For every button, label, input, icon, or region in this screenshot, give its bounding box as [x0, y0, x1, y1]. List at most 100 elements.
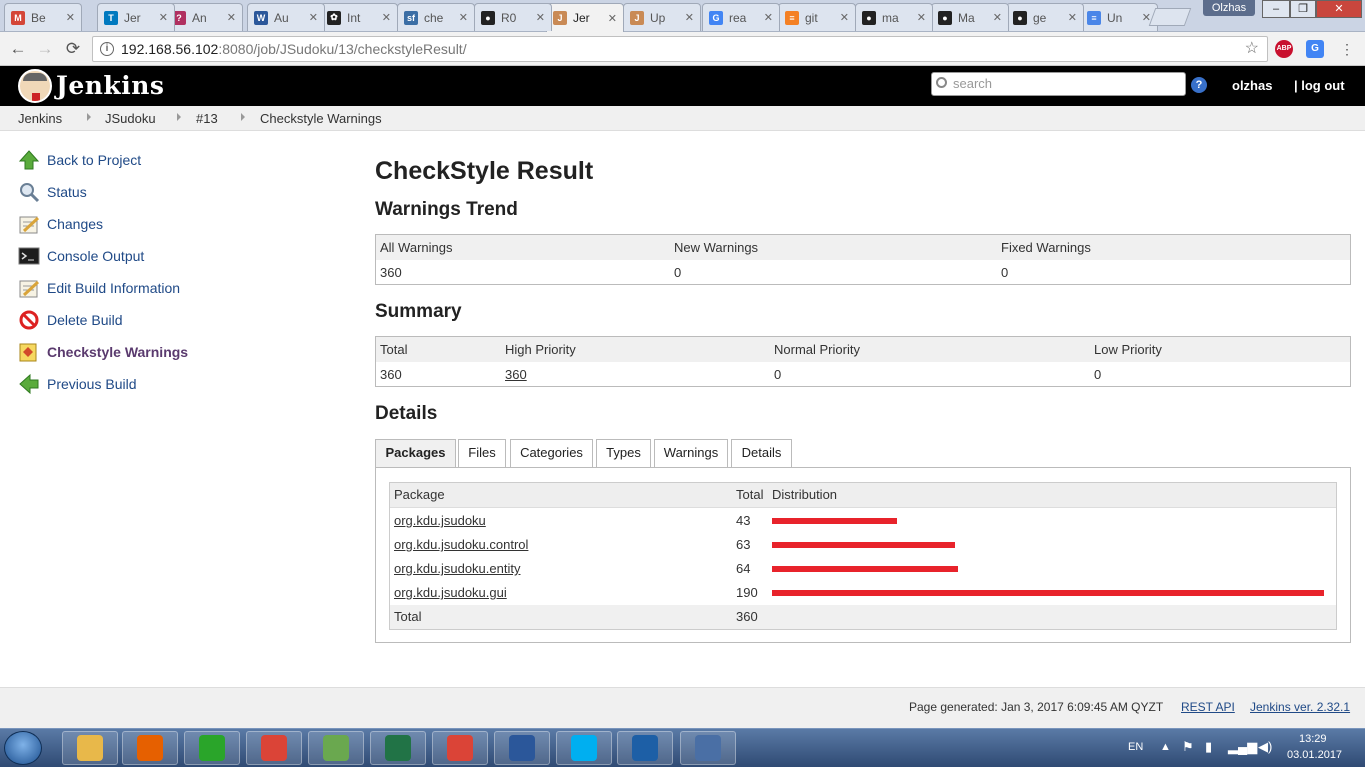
browser-tab[interactable]: J Jer ✕ [546, 3, 624, 32]
jenkins-brand[interactable]: Jenkins [56, 71, 164, 100]
close-tab-icon[interactable]: ✕ [227, 11, 236, 24]
close-tab-icon[interactable]: ✕ [608, 12, 617, 25]
sidebar-item-back-to-project[interactable]: Back to Project [18, 149, 141, 171]
sidebar-item-checkstyle-warnings[interactable]: Checkstyle Warnings [18, 341, 188, 363]
taskbar-app-button[interactable] [246, 731, 302, 765]
close-tab-icon[interactable]: ✕ [917, 11, 926, 24]
translate-icon[interactable]: G [1306, 40, 1324, 58]
network-tool-icon [695, 735, 721, 761]
low-priority-value: 0 [1094, 367, 1102, 382]
maximize-button[interactable]: ❐ [1290, 0, 1316, 18]
forward-icon[interactable]: → [35, 39, 55, 59]
sidebar-item-console-output[interactable]: Console Output [18, 245, 144, 267]
column-header: Total [736, 487, 764, 502]
browser-tab[interactable]: T Jer ✕ [97, 3, 175, 31]
tab-categories[interactable]: Categories [510, 439, 593, 467]
tab-warnings[interactable]: Warnings [654, 439, 728, 467]
taskbar-app-button[interactable] [184, 731, 240, 765]
taskbar-app-button[interactable] [370, 731, 426, 765]
logout-link[interactable]: | log out [1294, 78, 1345, 93]
user-link[interactable]: olzhas [1232, 78, 1272, 93]
tab-details[interactable]: Details [731, 439, 792, 467]
menu-icon[interactable]: ⋮ [1337, 39, 1357, 59]
taskbar-app-button[interactable] [617, 731, 673, 765]
close-window-button[interactable]: ✕ [1316, 0, 1362, 18]
taskbar-app-button[interactable] [122, 731, 178, 765]
package-link[interactable]: org.kdu.jsudoku.gui [394, 581, 507, 605]
breadcrumb-jenkins[interactable]: Jenkins [18, 111, 62, 126]
close-tab-icon[interactable]: ✕ [1068, 11, 1077, 24]
start-button[interactable] [4, 731, 42, 765]
profile-button[interactable]: Olzhas [1203, 0, 1255, 16]
browser-tab[interactable]: M Be ✕ [4, 3, 82, 31]
close-tab-icon[interactable]: ✕ [459, 11, 468, 24]
power-icon[interactable]: ▮ [1205, 739, 1212, 755]
browser-tab[interactable]: ? An ✕ [165, 3, 243, 31]
adblock-plus-icon[interactable]: ABP [1275, 40, 1293, 58]
network-icon[interactable]: ▂▄▆ [1228, 739, 1257, 755]
package-link[interactable]: org.kdu.jsudoku.entity [394, 557, 520, 581]
clock-date[interactable]: 03.01.2017 [1287, 749, 1342, 761]
terminal-icon [18, 245, 40, 267]
jenkins-version-link[interactable]: Jenkins ver. 2.32.1 [1250, 700, 1350, 714]
language-indicator[interactable]: EN [1128, 741, 1143, 753]
breadcrumb-checkstyle[interactable]: Checkstyle Warnings [260, 111, 382, 126]
browser-tab[interactable]: ≡ git ✕ [778, 3, 856, 31]
browser-tab[interactable]: Grea ✕ [702, 3, 780, 31]
close-tab-icon[interactable]: ✕ [536, 11, 545, 24]
action-center-icon[interactable]: ⚑ [1182, 739, 1194, 755]
tab-files[interactable]: Files [458, 439, 506, 467]
package-link[interactable]: org.kdu.jsudoku.control [394, 533, 528, 557]
address-bar[interactable]: i 192.168.56.102:8080/job/JSudoku/13/che… [92, 36, 1268, 62]
tray-expand-icon[interactable]: ▲ [1160, 741, 1171, 753]
new-tab-button[interactable] [1148, 8, 1192, 26]
rest-api-link[interactable]: REST API [1181, 700, 1235, 714]
close-tab-icon[interactable]: ✕ [685, 11, 694, 24]
reload-icon[interactable]: ⟳ [63, 39, 83, 59]
taskbar-app-button[interactable] [556, 731, 612, 765]
sidebar-item-edit-build-information[interactable]: Edit Build Information [18, 277, 180, 299]
browser-tab[interactable]: ≡ Un ✕ [1080, 3, 1158, 31]
close-tab-icon[interactable]: ✕ [309, 11, 318, 24]
back-icon[interactable]: ← [8, 39, 28, 59]
close-tab-icon[interactable]: ✕ [840, 11, 849, 24]
browser-tab[interactable]: W Au ✕ [247, 3, 325, 31]
browser-tab[interactable]: ● ge ✕ [1006, 3, 1084, 31]
minimize-button[interactable]: – [1262, 0, 1290, 18]
taskbar-app-button[interactable] [62, 731, 118, 765]
taskbar-app-button[interactable] [432, 731, 488, 765]
high-priority-link[interactable]: 360 [505, 362, 527, 387]
search-input[interactable]: search [931, 72, 1186, 96]
help-icon[interactable]: ? [1191, 77, 1207, 93]
sidebar-item-previous-build[interactable]: Previous Build [18, 373, 137, 395]
browser-tab[interactable]: sf che ✕ [397, 3, 475, 31]
taskbar-app-button[interactable] [680, 731, 736, 765]
close-tab-icon[interactable]: ✕ [993, 11, 1002, 24]
close-tab-icon[interactable]: ✕ [764, 11, 773, 24]
browser-tab[interactable]: ● R0 ✕ [474, 3, 552, 31]
bookmark-star-icon[interactable]: ☆ [1245, 37, 1259, 61]
package-total: 64 [736, 561, 751, 576]
taskbar-app-button[interactable] [494, 731, 550, 765]
browser-tab[interactable]: ● Ma ✕ [931, 3, 1009, 31]
volume-icon[interactable]: ◀) [1258, 739, 1272, 755]
browser-tab[interactable]: ● ma ✕ [855, 3, 933, 31]
tab-title: An [192, 10, 207, 25]
browser-tab[interactable]: ✿ Int ✕ [320, 3, 398, 31]
sidebar-item-delete-build[interactable]: Delete Build [18, 309, 123, 331]
package-link[interactable]: org.kdu.jsudoku [394, 509, 486, 533]
taskbar-app-button[interactable] [308, 731, 364, 765]
tab-types[interactable]: Types [596, 439, 651, 467]
browser-tab[interactable]: J Up ✕ [623, 3, 701, 31]
info-icon[interactable]: i [100, 42, 114, 56]
clock-time[interactable]: 13:29 [1299, 733, 1327, 745]
close-tab-icon[interactable]: ✕ [66, 11, 75, 24]
breadcrumb-jsudoku[interactable]: JSudoku [105, 111, 156, 126]
sidebar-item-changes[interactable]: Changes [18, 213, 103, 235]
jenkins-logo-icon[interactable] [18, 69, 52, 103]
breadcrumb-build[interactable]: #13 [196, 111, 218, 126]
tab-packages[interactable]: Packages [375, 439, 456, 468]
close-tab-icon[interactable]: ✕ [382, 11, 391, 24]
close-tab-icon[interactable]: ✕ [159, 11, 168, 24]
sidebar-item-status[interactable]: Status [18, 181, 87, 203]
